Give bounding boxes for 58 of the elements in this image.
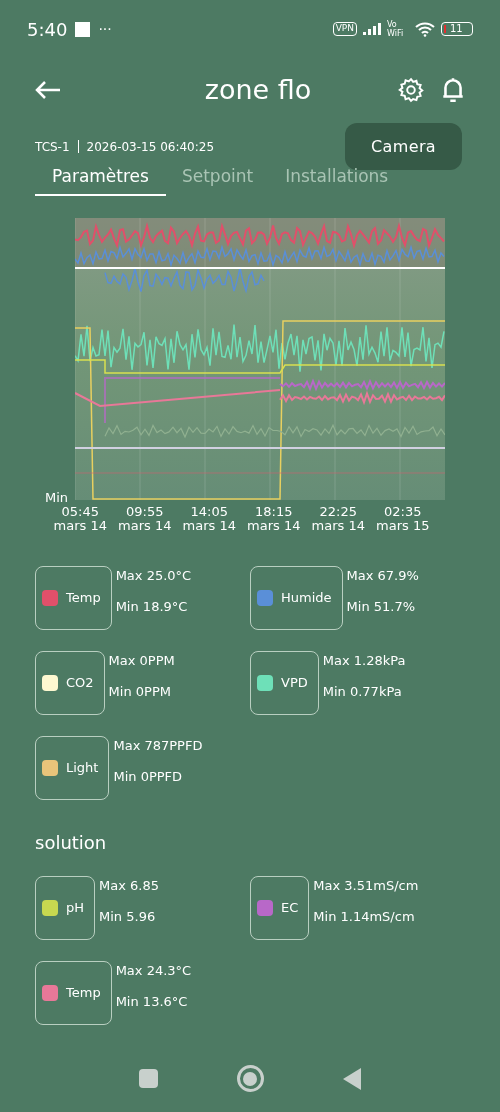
min-value: Min 0.77kPa [322,684,403,698]
min-value: Min 13.6°C [115,994,189,1008]
page-title: zone flo [204,72,312,107]
x-axis-label: 18:15 mars 14 [246,504,302,533]
x-axis-label: 22:25 mars 14 [310,504,366,533]
sensor-label: VPD [280,673,309,692]
max-value: Max 3.51mS/cm [313,878,419,892]
sensor-legend-box[interactable]: Temp [35,960,112,1025]
x-axis-label: 09:55 mars 14 [117,504,173,533]
sensor-label: CO2 [65,673,95,692]
tab[interactable]: Paramètres [35,164,166,196]
vowifi-indicator: Vo WiFi [387,20,405,38]
sensor-legend-box[interactable]: VPD [250,650,319,715]
tab[interactable]: Setpoint [165,164,270,196]
sensor-label: Temp [65,588,102,607]
back-arrow-icon[interactable] [34,80,62,100]
back-button[interactable] [342,1067,361,1090]
status-time: 5:40 [27,17,68,42]
max-value: Max 67.9% [346,568,419,582]
recent-apps-button[interactable] [139,1069,159,1088]
min-value: Min 0PPM [108,684,172,698]
sensor-legend-box[interactable]: Light [35,735,110,800]
axis-min-label: Min [45,490,70,505]
more-notifications: ··· [98,19,112,39]
max-value: Max 25.0°C [115,568,192,582]
battery-indicator: 11 [441,22,473,36]
sensor-legend-box[interactable]: Humide [250,565,343,630]
sensor-legend-box[interactable]: Temp [35,565,112,630]
vpn-indicator: VPN [332,22,357,36]
signal-icon [363,23,381,35]
min-value: Min 1.14mS/cm [313,909,416,923]
min-value: Min 0PPFD [113,769,184,783]
max-value: Max 24.3°C [115,963,192,977]
min-value: Min 18.9°C [115,599,189,613]
home-button[interactable] [237,1065,264,1092]
timestamp: 2026-03-15 06:40:25 [86,138,215,156]
max-value: Max 787PPFD [113,738,203,752]
wifi-icon [415,21,435,37]
sensor-legend-box[interactable]: pH [35,875,96,940]
sensor-label: Light [65,758,100,777]
min-value: Min 5.96 [99,909,157,923]
device-id: TCS-1 [35,138,70,156]
min-value: Min 51.7% [346,599,417,613]
max-value: Max 0PPM [108,653,175,667]
sensor-label: Humide [280,588,333,607]
x-axis-label: 14:05 mars 14 [181,504,237,533]
sensor-label: pH [65,898,86,917]
sensor-legend-box[interactable]: CO2 [35,650,105,715]
max-value: Max 6.85 [99,878,159,892]
section-title: solution [35,830,108,855]
sensor-label: EC [280,898,300,917]
max-value: Max 1.28kPa [322,653,406,667]
x-axis-label: 05:45 mars 14 [52,504,108,533]
x-axis-label: 02:35 mars 15 [375,504,431,533]
notification-bell-icon[interactable] [440,76,466,104]
sensor-label: Temp [65,983,102,1002]
sensor-legend-box[interactable]: EC [250,875,310,940]
settings-icon[interactable] [398,77,424,103]
